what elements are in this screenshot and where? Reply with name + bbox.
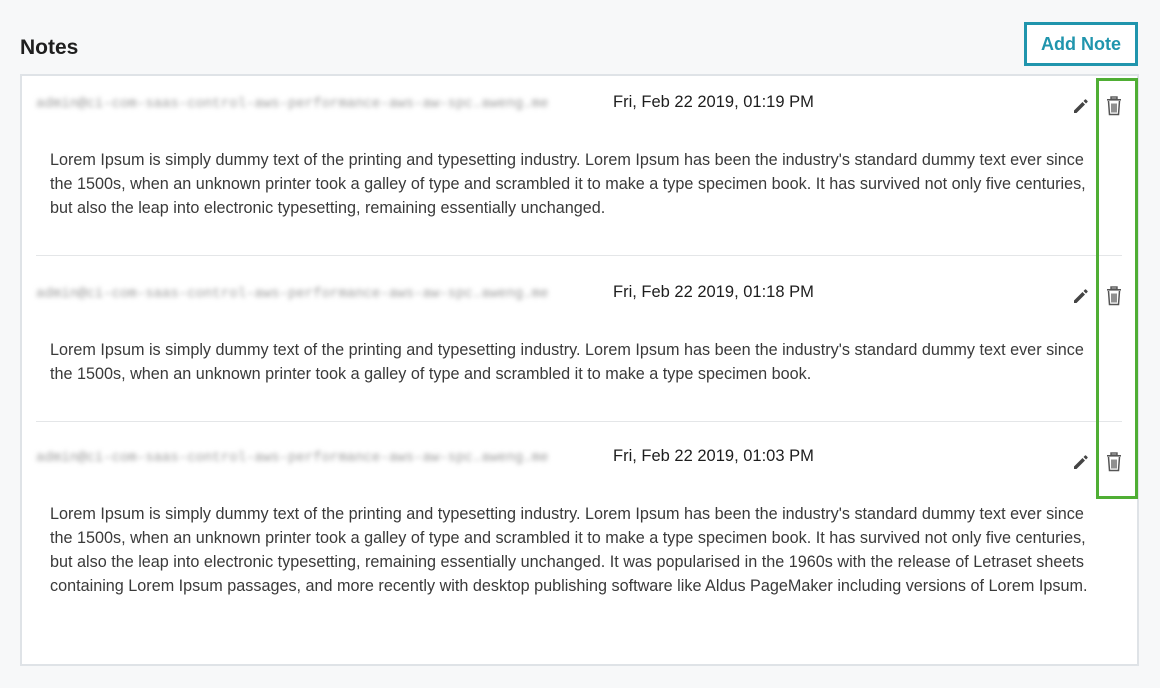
add-note-button[interactable]: Add Note (1024, 22, 1138, 66)
delete-note-button[interactable] (1103, 285, 1125, 307)
trash-icon (1107, 452, 1121, 472)
pencil-icon (1074, 455, 1088, 469)
note-body: Lorem Ipsum is simply dummy text of the … (50, 505, 1088, 595)
edit-note-button[interactable] (1070, 451, 1092, 473)
notes-panel: admin@ci-com-saas-control-aws-performanc… (20, 74, 1139, 666)
pencil-icon (1074, 289, 1088, 303)
note-divider (36, 421, 1122, 422)
delete-note-button[interactable] (1103, 95, 1125, 117)
note-body: Lorem Ipsum is simply dummy text of the … (50, 151, 1086, 217)
pencil-icon (1074, 99, 1088, 113)
note-timestamp: Fri, Feb 22 2019, 01:19 PM (613, 93, 814, 111)
note-item: admin@ci-com-saas-control-aws-performanc… (36, 93, 1122, 246)
delete-note-button[interactable] (1103, 451, 1125, 473)
note-item: admin@ci-com-saas-control-aws-performanc… (36, 283, 1122, 396)
edit-note-button[interactable] (1070, 285, 1092, 307)
note-item: admin@ci-com-saas-control-aws-performanc… (36, 447, 1122, 650)
page-title: Notes (20, 36, 79, 59)
note-author: admin@ci-com-saas-control-aws-performanc… (36, 450, 549, 466)
note-timestamp: Fri, Feb 22 2019, 01:18 PM (613, 283, 814, 301)
edit-note-button[interactable] (1070, 95, 1092, 117)
trash-icon (1107, 96, 1121, 116)
note-author: admin@ci-com-saas-control-aws-performanc… (36, 286, 549, 302)
note-divider (36, 255, 1122, 256)
note-author: admin@ci-com-saas-control-aws-performanc… (36, 96, 549, 112)
note-timestamp: Fri, Feb 22 2019, 01:03 PM (613, 447, 814, 465)
note-body: Lorem Ipsum is simply dummy text of the … (50, 341, 1084, 383)
trash-icon (1107, 286, 1121, 306)
